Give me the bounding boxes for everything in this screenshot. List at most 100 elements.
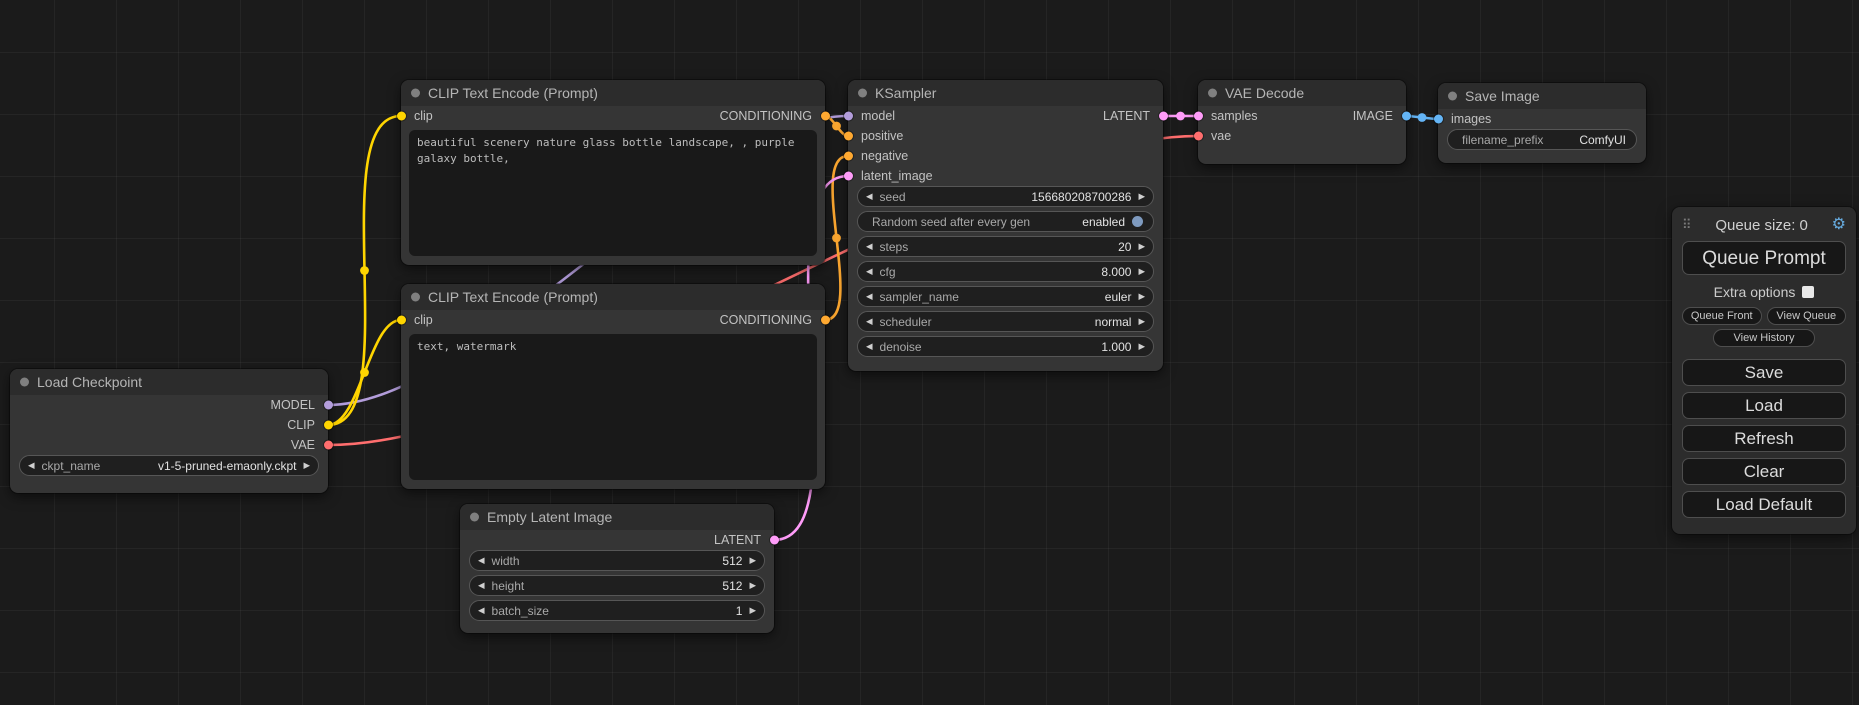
- link-clip-wire: [328, 116, 401, 425]
- positive-prompt-textarea[interactable]: beautiful scenery nature glass bottle la…: [409, 130, 817, 256]
- decrement-arrow-icon[interactable]: ◀: [866, 292, 873, 301]
- output-port-vae[interactable]: [324, 441, 333, 450]
- increment-arrow-icon[interactable]: ▶: [1138, 192, 1145, 201]
- view-history-button[interactable]: View History: [1713, 329, 1815, 347]
- increment-arrow-icon[interactable]: ▶: [1138, 292, 1145, 301]
- decrement-arrow-icon[interactable]: ◀: [866, 342, 873, 351]
- input-port-negative[interactable]: [844, 152, 853, 161]
- node-header[interactable]: CLIP Text Encode (Prompt): [401, 80, 825, 106]
- queue-front-button[interactable]: Queue Front: [1682, 307, 1762, 325]
- output-port-conditioning[interactable]: [821, 316, 830, 325]
- input-slot-label-negative: negative: [861, 149, 908, 163]
- decrement-arrow-icon[interactable]: ◀: [866, 242, 873, 251]
- output-slot-label-model: MODEL: [271, 398, 315, 412]
- decrement-arrow-icon[interactable]: ◀: [478, 606, 485, 615]
- extra-options-checkbox[interactable]: [1802, 286, 1814, 298]
- widget-batch-size[interactable]: ◀ batch_size 1 ▶: [469, 600, 765, 621]
- input-port-clip[interactable]: [397, 316, 406, 325]
- clear-button[interactable]: Clear: [1682, 458, 1846, 485]
- node-title: Save Image: [1465, 88, 1540, 104]
- decrement-arrow-icon[interactable]: ◀: [866, 192, 873, 201]
- input-port-samples[interactable]: [1194, 112, 1203, 121]
- input-port-positive[interactable]: [844, 132, 853, 141]
- collapse-icon[interactable]: [470, 513, 479, 522]
- input-port-images[interactable]: [1434, 115, 1443, 124]
- widget-filename-prefix[interactable]: filename_prefix ComfyUI: [1447, 129, 1637, 150]
- increment-arrow-icon[interactable]: ▶: [1138, 242, 1145, 251]
- increment-arrow-icon[interactable]: ▶: [1138, 267, 1145, 276]
- node-header[interactable]: Save Image: [1438, 83, 1646, 109]
- node-empty-latent-image[interactable]: Empty Latent Image LATENT ◀ width 512 ▶ …: [460, 504, 774, 633]
- load-button[interactable]: Load: [1682, 392, 1846, 419]
- widget-steps[interactable]: ◀ steps 20 ▶: [857, 236, 1154, 257]
- node-header[interactable]: VAE Decode: [1198, 80, 1406, 106]
- node-title: Empty Latent Image: [487, 509, 612, 525]
- widget-denoise[interactable]: ◀ denoise 1.000 ▶: [857, 336, 1154, 357]
- widget-ckpt-name[interactable]: ◀ ckpt_name v1-5-pruned-emaonly.ckpt ▶: [19, 455, 319, 476]
- widget-sampler-name[interactable]: ◀ sampler_name euler ▶: [857, 286, 1154, 307]
- decrement-arrow-icon[interactable]: ◀: [866, 267, 873, 276]
- save-button[interactable]: Save: [1682, 359, 1846, 386]
- decrement-arrow-icon[interactable]: ◀: [478, 581, 485, 590]
- toggle-indicator-icon[interactable]: [1132, 216, 1143, 227]
- input-port-model[interactable]: [844, 112, 853, 121]
- increment-arrow-icon[interactable]: ▶: [749, 581, 756, 590]
- widget-name: seed: [880, 190, 906, 204]
- node-header[interactable]: Empty Latent Image: [460, 504, 774, 530]
- node-header[interactable]: KSampler: [848, 80, 1163, 106]
- output-port-model[interactable]: [324, 401, 333, 410]
- widget-value: normal: [1095, 315, 1132, 329]
- output-port-conditioning[interactable]: [821, 112, 830, 121]
- negative-prompt-textarea[interactable]: text, watermark: [409, 334, 817, 480]
- node-graph-canvas[interactable]: Load Checkpoint MODEL CLIP VAE ◀ ckpt_na…: [0, 0, 1859, 705]
- collapse-icon[interactable]: [1208, 89, 1217, 98]
- output-port-clip[interactable]: [324, 421, 333, 430]
- decrement-arrow-icon[interactable]: ◀: [478, 556, 485, 565]
- widget-random-seed-toggle[interactable]: Random seed after every gen enabled: [857, 211, 1154, 232]
- load-default-button[interactable]: Load Default: [1682, 491, 1846, 518]
- widget-scheduler[interactable]: ◀ scheduler normal ▶: [857, 311, 1154, 332]
- collapse-icon[interactable]: [411, 293, 420, 302]
- collapse-icon[interactable]: [1448, 92, 1457, 101]
- widget-name: steps: [880, 240, 909, 254]
- output-port-latent[interactable]: [1159, 112, 1168, 121]
- widget-seed[interactable]: ◀ seed 156680208700286 ▶: [857, 186, 1154, 207]
- node-title: CLIP Text Encode (Prompt): [428, 85, 598, 101]
- link-conditioning-wire: [825, 156, 848, 320]
- node-ksampler[interactable]: KSampler model LATENT positive negative …: [848, 80, 1163, 371]
- node-save-image[interactable]: Save Image images filename_prefix ComfyU…: [1438, 83, 1646, 163]
- widget-height[interactable]: ◀ height 512 ▶: [469, 575, 765, 596]
- queue-prompt-button[interactable]: Queue Prompt: [1682, 241, 1846, 275]
- decrement-arrow-icon[interactable]: ◀: [866, 317, 873, 326]
- increment-arrow-icon[interactable]: ▶: [1138, 317, 1145, 326]
- output-port-latent[interactable]: [770, 536, 779, 545]
- node-load-checkpoint[interactable]: Load Checkpoint MODEL CLIP VAE ◀ ckpt_na…: [10, 369, 328, 493]
- input-port-latent-image[interactable]: [844, 172, 853, 181]
- increment-arrow-icon[interactable]: ▶: [749, 606, 756, 615]
- node-clip-text-encode-positive[interactable]: CLIP Text Encode (Prompt) clip CONDITION…: [401, 80, 825, 265]
- link-midpoint-dot: [832, 234, 841, 243]
- widget-cfg[interactable]: ◀ cfg 8.000 ▶: [857, 261, 1154, 282]
- widget-name: sampler_name: [880, 290, 959, 304]
- view-queue-button[interactable]: View Queue: [1767, 307, 1847, 325]
- input-slot-label-clip: clip: [414, 313, 433, 327]
- increment-arrow-icon[interactable]: ▶: [1138, 342, 1145, 351]
- increment-arrow-icon[interactable]: ▶: [303, 461, 310, 470]
- output-port-image[interactable]: [1402, 112, 1411, 121]
- collapse-icon[interactable]: [20, 378, 29, 387]
- settings-gear-icon[interactable]: ⚙: [1832, 217, 1846, 233]
- node-clip-text-encode-negative[interactable]: CLIP Text Encode (Prompt) clip CONDITION…: [401, 284, 825, 489]
- increment-arrow-icon[interactable]: ▶: [749, 556, 756, 565]
- collapse-icon[interactable]: [411, 89, 420, 98]
- input-port-vae[interactable]: [1194, 132, 1203, 141]
- collapse-icon[interactable]: [858, 89, 867, 98]
- node-header[interactable]: Load Checkpoint: [10, 369, 328, 395]
- node-vae-decode[interactable]: VAE Decode samples IMAGE vae: [1198, 80, 1406, 164]
- widget-width[interactable]: ◀ width 512 ▶: [469, 550, 765, 571]
- decrement-arrow-icon[interactable]: ◀: [28, 461, 35, 470]
- node-header[interactable]: CLIP Text Encode (Prompt): [401, 284, 825, 310]
- refresh-button[interactable]: Refresh: [1682, 425, 1846, 452]
- link-midpoint-dot: [360, 368, 369, 377]
- input-port-clip[interactable]: [397, 112, 406, 121]
- drag-handle-icon[interactable]: ⠿: [1682, 217, 1692, 233]
